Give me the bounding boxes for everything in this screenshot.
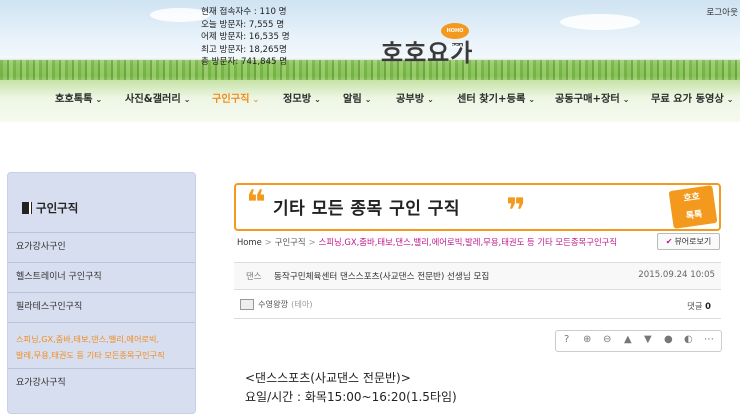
sidebar-item-yoga-jobs[interactable]: 요가강사구인 (8, 232, 195, 262)
chevron-down-icon: ⌄ (528, 95, 536, 104)
nav-item-center[interactable]: 센터 찾기+등록 ⌄ (457, 90, 535, 105)
arrow-down-icon[interactable]: ▼ (644, 334, 652, 345)
viewer-button[interactable]: ✔ 뷰어로보기 (657, 233, 720, 250)
logout-link[interactable]: 로그아웃 (706, 6, 738, 18)
grass-decoration (0, 60, 740, 80)
zoom-in-icon[interactable]: ⊕ (583, 334, 591, 345)
post-body: <댄스스포츠(사교댄스 전문반)> 요일/시간 : 화목15:00~16:20(… (245, 369, 457, 407)
breadcrumb-separator: > (264, 237, 272, 247)
chevron-down-icon: ⌄ (364, 95, 372, 104)
logo-badge: HOHO YOGA (441, 23, 469, 50)
zoom-out-icon[interactable]: ⊖ (603, 334, 611, 345)
nav-item-hohotalk[interactable]: 호호톡톡 ⌄ (55, 90, 102, 105)
site-logo[interactable]: 호호요가 HOHO YOGA (381, 23, 473, 68)
breadcrumb-level2[interactable]: 스피닝,GX,줌바,태보,댄스,밸리,에어로빅,발레,무용,태권도 등 기타 모… (319, 237, 617, 247)
more-icon[interactable]: ⋯ (704, 334, 714, 345)
post-category[interactable]: 댄스 (246, 270, 261, 282)
comment-icon[interactable]: ● (664, 334, 673, 345)
post-toolbar: ? ⊕ ⊖ ▲ ▼ ● ◐ ⋯ (555, 330, 722, 352)
nav-item-market[interactable]: 공동구매+장터 ⌄ (555, 90, 629, 105)
sidebar-item-yoga-seeking[interactable]: 요가강사구직 (8, 368, 195, 398)
post-header: 댄스 동작구민체육센터 댄스스포츠(사교댄스 전문반) 선생님 모집 2015.… (234, 262, 721, 290)
divider (234, 318, 721, 319)
sidebar-item-other-jobs[interactable]: 스피닝,GX,줌바,태보,댄스,밸리,에어로빅, 발레,무용,태권도 등 기타 … (8, 322, 195, 368)
stat-yesterday: 어제 방문자: 16,535 명 (201, 32, 290, 43)
sidebar-title: 구인구직 (22, 200, 78, 216)
breadcrumb-home[interactable]: Home (237, 237, 262, 247)
chevron-down-icon: ⌄ (622, 95, 630, 104)
nav-item-gallery[interactable]: 사진&갤러리 ⌄ (125, 90, 190, 105)
sidebar: 구인구직 요가강사구인 헬스트레이너 구인구직 필라테스구인구직 스피닝,GX,… (7, 172, 196, 414)
nav-item-meetup[interactable]: 정모방 ⌄ (283, 90, 321, 105)
comment-count[interactable]: 댓글 0 (687, 300, 711, 312)
chevron-down-icon: ⌄ (726, 95, 734, 104)
nav-item-videos[interactable]: 무료 요가 동영상 ⌄ (651, 90, 733, 105)
nav-item-jobs[interactable]: 구인구직 ⌄ (212, 90, 259, 105)
chevron-down-icon: ⌄ (427, 95, 434, 104)
main-nav: 호호톡톡 ⌄ 사진&갤러리 ⌄ 구인구직 ⌄ 정모방 ⌄ 알림 ⌄ 공부방 ⌄ 센터 찾기+… (0, 86, 740, 112)
board-icon (22, 202, 32, 214)
stat-total: 총 방문자: 741,845 명 (201, 57, 288, 68)
breadcrumb-separator: > (308, 237, 316, 247)
sidebar-item-pilates-jobs[interactable]: 필라테스구인구직 (8, 292, 195, 322)
chevron-down-icon: ⌄ (95, 95, 103, 104)
post-date: 2015.09.24 10:05 (638, 270, 715, 280)
help-icon[interactable]: ? (564, 334, 569, 345)
close-quote-icon: ❞ (506, 191, 526, 231)
stat-current: 현재 접속자수 : 110 명 (201, 7, 287, 17)
chevron-down-icon: ⌄ (183, 95, 191, 104)
visitor-stats: 현재 접속자수 : 110 명 오늘 방문자: 7,555 명 어제 방문자: … (201, 6, 290, 69)
board-banner: ❝ 기타 모든 종목 구인 구직 ❞ 호호 톡톡 (234, 183, 721, 231)
stat-max: 최고 방문자: 18,265명 (201, 44, 287, 55)
site-header: 현재 접속자수 : 110 명 오늘 방문자: 7,555 명 어제 방문자: … (0, 0, 740, 122)
chevron-down-icon: ⌄ (252, 95, 260, 104)
arrow-up-icon[interactable]: ▲ (624, 334, 632, 345)
post-title: 동작구민체육센터 댄스스포츠(사교댄스 전문반) 선생님 모집 (274, 272, 490, 282)
open-quote-icon: ❝ (246, 183, 266, 223)
nav-item-notice[interactable]: 알림 ⌄ (343, 90, 371, 105)
stat-today: 오늘 방문자: 7,555 명 (201, 19, 285, 30)
board-title: 기타 모든 종목 구인 구직 (273, 199, 461, 219)
breadcrumb: Home > 구인구직 > 스피닝,GX,줌바,태보,댄스,밸리,에어로빅,발레,무용,… (237, 236, 617, 248)
check-icon: ✔ (665, 237, 673, 246)
post-body-line: <댄스스포츠(사교댄스 전문반)> (245, 371, 411, 385)
cloud-decoration (560, 14, 640, 30)
post-author[interactable]: 수영왕깡 (테아) (240, 298, 313, 310)
nav-item-study[interactable]: 공부방 ⌄ (396, 90, 434, 105)
chevron-down-icon: ⌄ (314, 95, 321, 104)
breadcrumb-level1[interactable]: 구인구직 (275, 237, 306, 247)
sidebar-item-trainer-jobs[interactable]: 헬스트레이너 구인구직 (8, 262, 195, 292)
post-body-line: 요일/시간 : 화목15:00~16:20(1.5타임) (245, 390, 457, 404)
hoho-stamp-icon: 호호 톡톡 (668, 185, 718, 229)
share-icon[interactable]: ◐ (684, 334, 693, 345)
member-icon (240, 298, 254, 310)
